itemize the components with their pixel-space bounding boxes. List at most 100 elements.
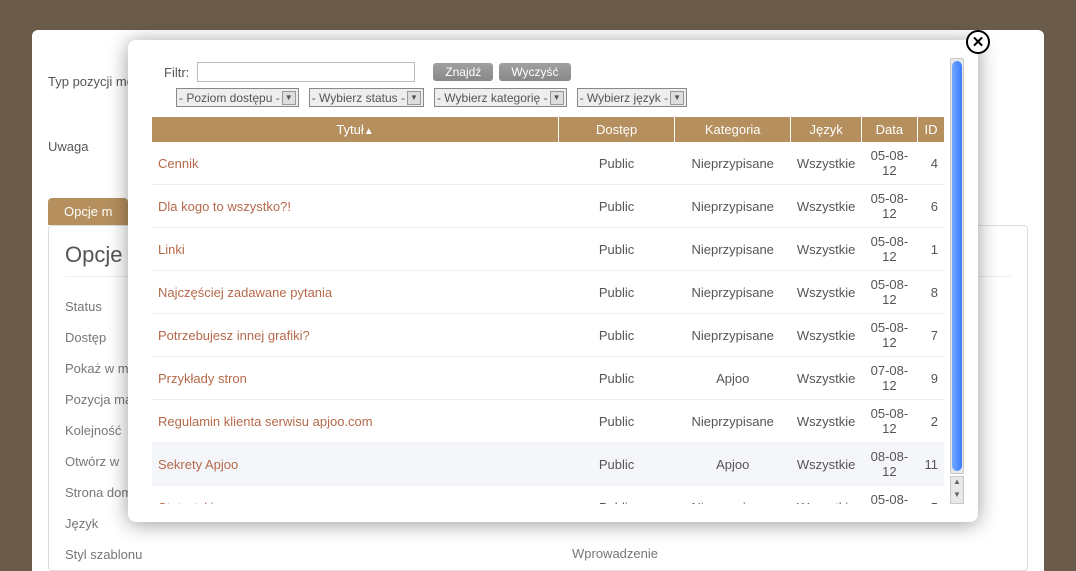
article-link[interactable]: Dla kogo to wszystko?! xyxy=(158,199,291,214)
chevron-down-icon: ▼ xyxy=(670,91,684,105)
cell-id: 5 xyxy=(917,486,944,505)
access-level-select[interactable]: - Poziom dostępu -▼ xyxy=(176,88,299,107)
cell-access: Public xyxy=(559,486,675,505)
cell-language: Wszystkie xyxy=(791,357,862,400)
cell-id: 1 xyxy=(917,228,944,271)
cell-title: Dla kogo to wszystko?! xyxy=(152,185,559,228)
cell-id: 4 xyxy=(917,142,944,185)
col-header-language[interactable]: Język xyxy=(791,117,862,142)
cell-id: 7 xyxy=(917,314,944,357)
table-row: Potrzebujesz innej grafiki? PublicNieprzy… xyxy=(152,314,944,357)
cell-id: 8 xyxy=(917,271,944,314)
scroll-buttons[interactable]: ▲▼ xyxy=(950,476,964,504)
table-row: Linki PublicNieprzypisaneWszystkie05-08-1… xyxy=(152,228,944,271)
cell-id: 2 xyxy=(917,400,944,443)
cell-date: 05-08-12 xyxy=(861,185,917,228)
cell-language: Wszystkie xyxy=(791,185,862,228)
table-row: Przykłady stron PublicApjooWszystkie07-08… xyxy=(152,357,944,400)
sort-asc-icon: ▲ xyxy=(364,126,374,137)
cell-date: 08-08-12 xyxy=(861,443,917,486)
category-select[interactable]: - Wybierz kategorię -▼ xyxy=(434,88,567,107)
col-header-category[interactable]: Kategoria xyxy=(675,117,791,142)
cell-category: Apjoo xyxy=(675,443,791,486)
cell-language: Wszystkie xyxy=(791,314,862,357)
language-select[interactable]: - Wybierz język -▼ xyxy=(577,88,688,107)
cell-title: Przykłady stron xyxy=(152,357,559,400)
vertical-scrollbar[interactable] xyxy=(950,58,964,474)
cell-language: Wszystkie xyxy=(791,400,862,443)
cell-date: 05-08-12 xyxy=(861,271,917,314)
chevron-down-icon: ▼ xyxy=(407,91,421,105)
cell-date: 05-08-12 xyxy=(861,486,917,505)
cell-id: 9 xyxy=(917,357,944,400)
article-link[interactable]: Sekrety Apjoo xyxy=(158,457,238,472)
cell-category: Nieprzypisane xyxy=(675,185,791,228)
find-button[interactable]: Znajdź xyxy=(433,63,493,81)
col-header-access[interactable]: Dostęp xyxy=(559,117,675,142)
article-link[interactable]: Cennik xyxy=(158,156,198,171)
status-select[interactable]: - Wybierz status -▼ xyxy=(309,88,424,107)
col-header-title[interactable]: Tytuł▲ xyxy=(152,117,559,142)
chevron-down-icon: ▼ xyxy=(550,91,564,105)
article-link[interactable]: Potrzebujesz innej grafiki? xyxy=(158,328,310,343)
article-link[interactable]: Regulamin klienta serwisu apjoo.com xyxy=(158,414,373,429)
cell-date: 05-08-12 xyxy=(861,228,917,271)
cell-title: Regulamin klienta serwisu apjoo.com xyxy=(152,400,559,443)
table-row: Statystyki PublicNieprzypisaneWszystkie05… xyxy=(152,486,944,505)
chevron-down-icon: ▼ xyxy=(282,91,296,105)
cell-category: Nieprzypisane xyxy=(675,400,791,443)
tab-options[interactable]: Opcje m xyxy=(48,198,128,225)
cell-title: Najczęściej zadawane pytania xyxy=(152,271,559,314)
cell-title: Linki xyxy=(152,228,559,271)
article-link[interactable]: Statystyki xyxy=(158,500,214,505)
option-label: Styl szablonu xyxy=(65,539,1011,570)
table-row: Regulamin klienta serwisu apjoo.com Publi… xyxy=(152,400,944,443)
table-row: Sekrety Apjoo PublicApjooWszystkie08-08-1… xyxy=(152,443,944,486)
cell-date: 05-08-12 xyxy=(861,314,917,357)
cell-id: 6 xyxy=(917,185,944,228)
cell-category: Nieprzypisane xyxy=(675,142,791,185)
table-row: Dla kogo to wszystko?! PublicNieprzypisan… xyxy=(152,185,944,228)
articles-table: Tytuł▲ Dostęp Kategoria Język Data ID Ce… xyxy=(152,117,944,504)
cell-language: Wszystkie xyxy=(791,228,862,271)
cell-language: Wszystkie xyxy=(791,486,862,505)
table-row: Cennik PublicNieprzypisaneWszystkie05-08-… xyxy=(152,142,944,185)
cell-title: Cennik xyxy=(152,142,559,185)
cell-date: 07-08-12 xyxy=(861,357,917,400)
article-link[interactable]: Linki xyxy=(158,242,185,257)
cell-language: Wszystkie xyxy=(791,271,862,314)
cell-access: Public xyxy=(559,400,675,443)
cell-date: 05-08-12 xyxy=(861,142,917,185)
cell-category: Apjoo xyxy=(675,357,791,400)
cell-category: Nieprzypisane xyxy=(675,228,791,271)
cell-title: Sekrety Apjoo xyxy=(152,443,559,486)
close-icon[interactable]: ✕ xyxy=(966,30,990,54)
table-row: Najczęściej zadawane pytania PublicNieprz… xyxy=(152,271,944,314)
col-header-id[interactable]: ID xyxy=(917,117,944,142)
cell-access: Public xyxy=(559,443,675,486)
cell-title: Potrzebujesz innej grafiki? xyxy=(152,314,559,357)
filter-input[interactable] xyxy=(197,62,415,82)
cell-access: Public xyxy=(559,185,675,228)
cell-access: Public xyxy=(559,228,675,271)
cell-language: Wszystkie xyxy=(791,443,862,486)
article-link[interactable]: Przykłady stron xyxy=(158,371,247,386)
cell-category: Nieprzypisane xyxy=(675,271,791,314)
filter-bar: Filtr: Znajdź Wyczyść - Poziom dostępu -… xyxy=(152,58,944,113)
cell-access: Public xyxy=(559,271,675,314)
filter-label: Filtr: xyxy=(164,65,189,80)
cell-id: 11 xyxy=(917,443,944,486)
cell-date: 05-08-12 xyxy=(861,400,917,443)
clear-button[interactable]: Wyczyść xyxy=(499,63,570,81)
cell-access: Public xyxy=(559,142,675,185)
cell-access: Public xyxy=(559,357,675,400)
col-header-date[interactable]: Data xyxy=(861,117,917,142)
article-link[interactable]: Najczęściej zadawane pytania xyxy=(158,285,332,300)
cell-access: Public xyxy=(559,314,675,357)
cell-title: Statystyki xyxy=(152,486,559,505)
cell-category: Nieprzypisane xyxy=(675,314,791,357)
cell-language: Wszystkie xyxy=(791,142,862,185)
bg-right-label: Wprowadzenie xyxy=(572,546,658,561)
article-picker-modal: ✕ ▲▼ Filtr: Znajdź Wyczyść - Poziom dost… xyxy=(128,40,978,522)
cell-category: Nieprzypisane xyxy=(675,486,791,505)
